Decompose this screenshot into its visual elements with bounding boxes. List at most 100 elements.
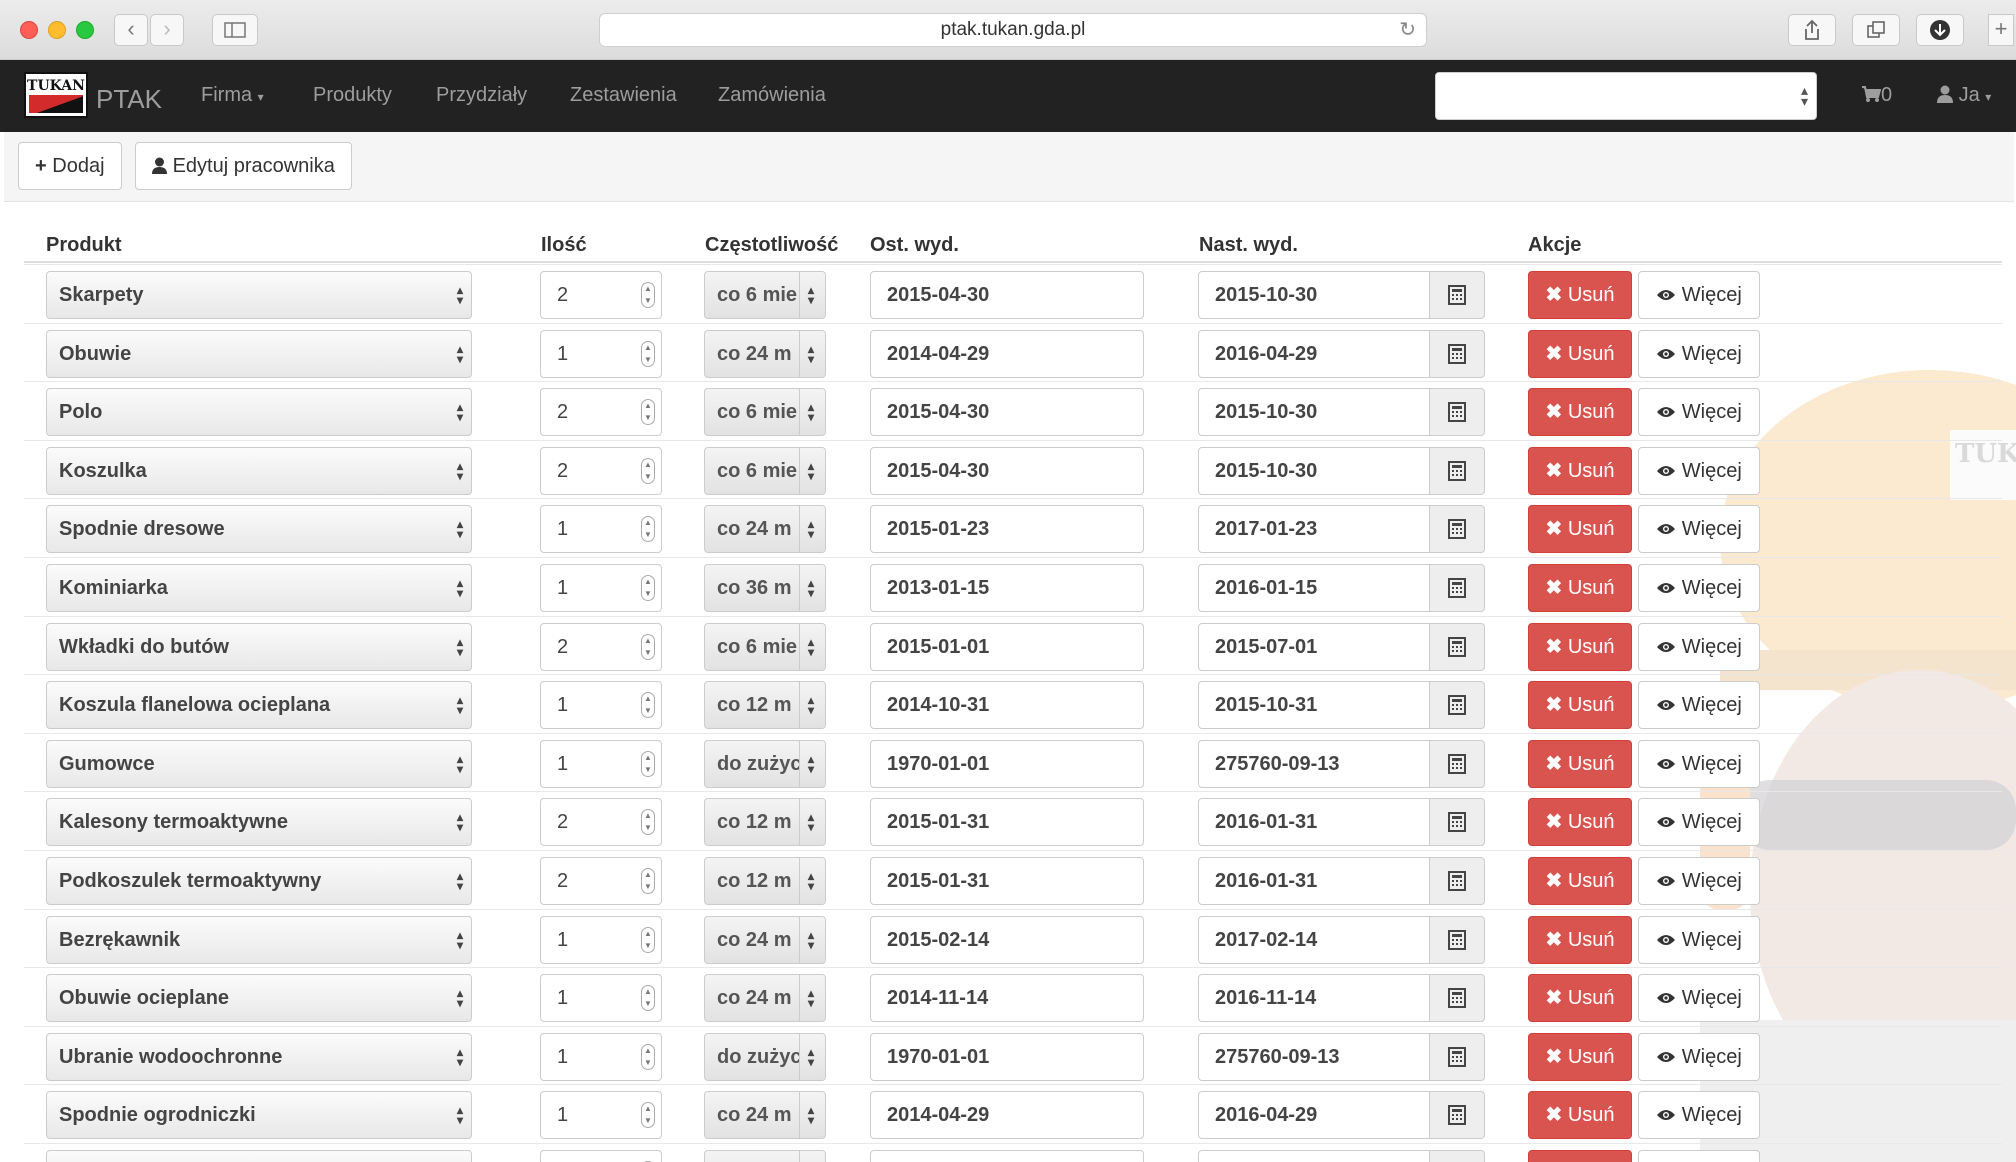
frequency-select[interactable]: co 6 mie ▴ ▾	[704, 271, 826, 319]
next-issue-date-field[interactable]: 2016-01-31	[1198, 857, 1430, 905]
spinner-icon[interactable]: ▲▼	[641, 985, 655, 1012]
spinner-icon[interactable]: ▲▼	[641, 926, 655, 953]
spinner-icon[interactable]: ▲▼	[641, 633, 655, 660]
tukan-logo[interactable]: TUKAN	[24, 72, 88, 118]
next-issue-date-field[interactable]: 2015-10-30	[1198, 388, 1430, 437]
share-button[interactable]	[1788, 14, 1836, 46]
calculate-date-button[interactable]	[1429, 505, 1485, 554]
last-issue-date-field[interactable]: 2015-01-01	[870, 622, 1144, 671]
delete-button[interactable]: ✖ Usuń	[1528, 564, 1632, 612]
frequency-select[interactable]: co 6 mie ▴ ▾	[704, 446, 826, 495]
calculate-date-button[interactable]	[1429, 622, 1485, 671]
more-button[interactable]: Więcej	[1638, 329, 1760, 378]
more-button[interactable]: Więcej	[1638, 974, 1760, 1023]
quantity-stepper[interactable]: 1 ▲ ▼	[540, 681, 662, 730]
last-issue-date-field[interactable]: 2014-11-14	[870, 974, 1144, 1023]
next-issue-date-field[interactable]: 2015-10-31	[1198, 681, 1430, 730]
last-issue-date-field[interactable]: 2014-04-29	[870, 1091, 1144, 1140]
minimize-window-button[interactable]	[48, 21, 66, 39]
more-button[interactable]: Więcej	[1638, 1032, 1760, 1081]
spinner-icon[interactable]: ▲▼	[641, 1102, 655, 1129]
calculate-date-button[interactable]	[1429, 1091, 1485, 1140]
product-select[interactable]: Kominiarka ▴ ▾	[46, 564, 472, 612]
product-select[interactable]: Polo ▴ ▾	[46, 388, 472, 437]
frequency-select[interactable]: co 24 m ▴ ▾	[704, 329, 826, 378]
more-button[interactable]: Więcej	[1638, 388, 1760, 437]
next-issue-date-field[interactable]: 2016-04-29	[1198, 1091, 1430, 1140]
more-button[interactable]: Więcej	[1638, 505, 1760, 554]
last-issue-date-field[interactable]: 2015-04-30	[870, 446, 1144, 495]
frequency-select[interactable]: ▴▾	[704, 1150, 826, 1162]
nav-item-zestawienia[interactable]: Zestawienia	[570, 84, 677, 107]
next-issue-date-field[interactable]: 2017-01-23	[1198, 505, 1430, 554]
spinner-icon[interactable]: ▲▼	[641, 340, 655, 367]
zoom-window-button[interactable]	[76, 21, 94, 39]
next-issue-date-field[interactable]: 2016-01-15	[1198, 564, 1430, 612]
last-issue-date-field[interactable]: 2014-04-29	[870, 329, 1144, 378]
delete-button[interactable]: ✖ Usuń	[1528, 271, 1632, 319]
next-issue-date-field[interactable]: 2015-10-30	[1198, 446, 1430, 495]
quantity-stepper[interactable]: 1 ▲ ▼	[540, 915, 662, 964]
last-issue-date-field[interactable]: 2014-10-31	[870, 681, 1144, 730]
spinner-icon[interactable]: ▲▼	[641, 457, 655, 484]
calculate-date-button[interactable]	[1429, 388, 1485, 437]
frequency-select[interactable]: co 12 m ▴ ▾	[704, 857, 826, 905]
product-select[interactable]: Wkładki do butów ▴ ▾	[46, 622, 472, 671]
last-issue-date-field[interactable]: 2015-01-31	[870, 857, 1144, 905]
more-button[interactable]: Więcej	[1638, 857, 1760, 905]
more-button[interactable]	[1638, 1150, 1760, 1162]
frequency-select[interactable]: do zużyc ▴ ▾	[704, 1032, 826, 1081]
product-select[interactable]: ▴▾	[46, 1150, 472, 1162]
product-select[interactable]: Gumowce ▴ ▾	[46, 739, 472, 788]
product-select[interactable]: Obuwie ▴ ▾	[46, 329, 472, 378]
delete-button[interactable]: ✖ Usuń	[1528, 505, 1632, 554]
frequency-select[interactable]: co 36 m ▴ ▾	[704, 564, 826, 612]
more-button[interactable]: Więcej	[1638, 739, 1760, 788]
quantity-stepper[interactable]: 1 ▲ ▼	[540, 564, 662, 612]
tabs-overview-button[interactable]	[1852, 14, 1900, 46]
quantity-stepper[interactable]: 2 ▲ ▼	[540, 622, 662, 671]
brand-name[interactable]: PTAK	[96, 84, 162, 115]
next-issue-date-field[interactable]: 2015-07-01	[1198, 622, 1430, 671]
delete-button[interactable]: ✖ Usuń	[1528, 681, 1632, 730]
product-select[interactable]: Kalesony termoaktywne ▴ ▾	[46, 798, 472, 847]
calculate-date-button[interactable]	[1429, 857, 1485, 905]
next-issue-date-field[interactable]: 2016-01-31	[1198, 798, 1430, 847]
calculate-date-button[interactable]	[1429, 564, 1485, 612]
more-button[interactable]: Więcej	[1638, 798, 1760, 847]
forward-button[interactable]: ›	[150, 14, 184, 46]
nav-item-zamowienia[interactable]: Zamówienia	[718, 84, 826, 107]
edit-employee-button[interactable]: Edytuj pracownika	[135, 142, 352, 190]
quantity-stepper[interactable]: 1 ▲ ▼	[540, 974, 662, 1023]
last-issue-date-field[interactable]: 2015-01-23	[870, 505, 1144, 554]
quantity-stepper[interactable]: 2 ▲ ▼	[540, 798, 662, 847]
delete-button[interactable]: ✖ Usuń	[1528, 739, 1632, 788]
sidebar-toggle-button[interactable]	[212, 14, 258, 46]
more-button[interactable]: Więcej	[1638, 681, 1760, 730]
spinner-icon[interactable]: ▲▼	[641, 399, 655, 426]
quantity-stepper[interactable]: 2 ▲ ▼	[540, 857, 662, 905]
quantity-stepper[interactable]: 2 ▲ ▼	[540, 388, 662, 437]
calculate-date-button[interactable]	[1429, 974, 1485, 1023]
last-issue-date-field[interactable]: 2015-02-14	[870, 915, 1144, 964]
quantity-stepper[interactable]: 1 ▲ ▼	[540, 505, 662, 554]
spinner-icon[interactable]: ▲▼	[641, 282, 655, 308]
nav-item-produkty[interactable]: Produkty	[313, 84, 392, 107]
calculate-date-button[interactable]	[1429, 446, 1485, 495]
delete-button[interactable]: ✖ Usuń	[1528, 329, 1632, 378]
quantity-stepper[interactable]: 1 ▲ ▼	[540, 1032, 662, 1081]
next-issue-date-field[interactable]	[1198, 1150, 1430, 1162]
quantity-stepper[interactable]: 1 ▲ ▼	[540, 739, 662, 788]
delete-button[interactable]: ✖ Usuń	[1528, 446, 1632, 495]
product-select[interactable]: Podkoszulek termoaktywny ▴ ▾	[46, 857, 472, 905]
last-issue-date-field[interactable]	[870, 1150, 1144, 1162]
last-issue-date-field[interactable]: 2015-01-31	[870, 798, 1144, 847]
calculate-date-button[interactable]	[1429, 329, 1485, 378]
more-button[interactable]: Więcej	[1638, 915, 1760, 964]
product-select[interactable]: Bezrękawnik ▴ ▾	[46, 915, 472, 964]
quantity-stepper[interactable]: ▲▼	[540, 1150, 662, 1162]
product-select[interactable]: Spodnie dresowe ▴ ▾	[46, 505, 472, 554]
frequency-select[interactable]: co 6 mie ▴ ▾	[704, 622, 826, 671]
calculate-date-button[interactable]	[1429, 681, 1485, 730]
frequency-select[interactable]: co 6 mie ▴ ▾	[704, 388, 826, 437]
